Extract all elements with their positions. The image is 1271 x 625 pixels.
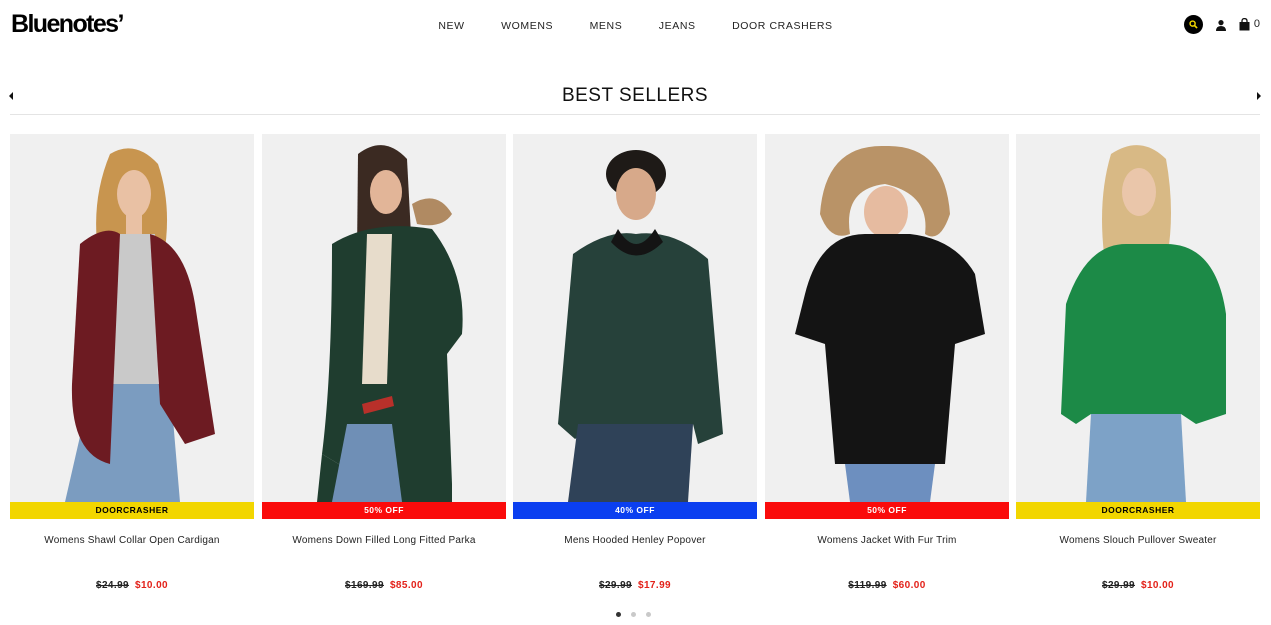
search-icon[interactable] xyxy=(1183,14,1203,34)
product-name[interactable]: Womens Slouch Pullover Sweater xyxy=(1016,535,1260,546)
main-nav: NEW WOMENS MENS JEANS DOOR CRASHERS xyxy=(0,16,1271,34)
original-price: $24.99 xyxy=(96,580,129,591)
product-card[interactable]: DOORCRASHER Womens Slouch Pullover Sweat… xyxy=(1016,134,1260,604)
product-badge: DOORCRASHER xyxy=(10,502,254,519)
nav-item-door-crashers[interactable]: DOOR CRASHERS xyxy=(732,20,833,32)
header-utilities: 0 xyxy=(1183,14,1260,34)
original-price: $169.99 xyxy=(345,580,384,591)
product-name[interactable]: Womens Down Filled Long Fitted Parka xyxy=(262,535,506,546)
product-prices: $29.99 $17.99 xyxy=(513,580,757,591)
product-image[interactable] xyxy=(513,134,757,502)
carousel-pagination xyxy=(616,612,651,617)
product-name[interactable]: Mens Hooded Henley Popover xyxy=(513,535,757,546)
sale-price: $60.00 xyxy=(892,580,926,591)
product-name[interactable]: Womens Jacket With Fur Trim xyxy=(765,535,1009,546)
product-card[interactable]: 50% OFF Womens Jacket With Fur Trim $119… xyxy=(765,134,1009,604)
site-header: Bluenotes’ NEW WOMENS MENS JEANS DOOR CR… xyxy=(0,0,1271,50)
section-title: BEST SELLERS xyxy=(561,85,709,106)
carousel-dot[interactable] xyxy=(646,612,651,617)
nav-item-jeans[interactable]: JEANS xyxy=(659,20,696,32)
product-carousel: DOORCRASHER Womens Shawl Collar Open Car… xyxy=(10,134,1262,604)
nav-item-new[interactable]: NEW xyxy=(438,20,464,32)
nav-item-womens[interactable]: WOMENS xyxy=(501,20,553,32)
product-badge: 40% OFF xyxy=(513,502,757,519)
product-badge: 50% OFF xyxy=(765,502,1009,519)
original-price: $29.99 xyxy=(1102,580,1135,591)
product-prices: $24.99 $10.00 xyxy=(10,580,254,591)
product-image[interactable] xyxy=(10,134,254,502)
sale-price: $85.00 xyxy=(389,580,423,591)
product-image[interactable] xyxy=(1016,134,1260,502)
sale-price: $10.00 xyxy=(135,580,168,591)
cart-button[interactable]: 0 xyxy=(1239,17,1260,31)
product-prices: $169.99 $85.00 xyxy=(262,580,506,591)
product-badge: DOORCRASHER xyxy=(1016,502,1260,519)
cart-count: 0 xyxy=(1253,18,1260,30)
product-badge: 50% OFF xyxy=(262,502,506,519)
original-price: $119.99 xyxy=(848,580,887,591)
carousel-next-icon[interactable] xyxy=(1252,88,1262,100)
sale-price: $10.00 xyxy=(1141,580,1174,591)
carousel-dot[interactable] xyxy=(631,612,636,617)
product-prices: $119.99 $60.00 xyxy=(765,580,1009,591)
product-card[interactable]: 40% OFF Mens Hooded Henley Popover $29.9… xyxy=(513,134,757,604)
product-card[interactable]: 50% OFF Womens Down Filled Long Fitted P… xyxy=(262,134,506,604)
best-sellers-header: BEST SELLERS xyxy=(9,78,1262,115)
carousel-dot[interactable] xyxy=(616,612,621,617)
original-price: $29.99 xyxy=(599,580,632,591)
product-prices: $29.99 $10.00 xyxy=(1016,580,1260,591)
account-icon[interactable] xyxy=(1215,18,1227,31)
nav-item-mens[interactable]: MENS xyxy=(590,20,623,32)
product-card[interactable]: DOORCRASHER Womens Shawl Collar Open Car… xyxy=(10,134,254,604)
bag-icon xyxy=(1239,17,1250,31)
product-name[interactable]: Womens Shawl Collar Open Cardigan xyxy=(10,535,254,546)
product-image[interactable] xyxy=(262,134,506,502)
product-image[interactable] xyxy=(765,134,1009,502)
sale-price: $17.99 xyxy=(638,580,671,591)
